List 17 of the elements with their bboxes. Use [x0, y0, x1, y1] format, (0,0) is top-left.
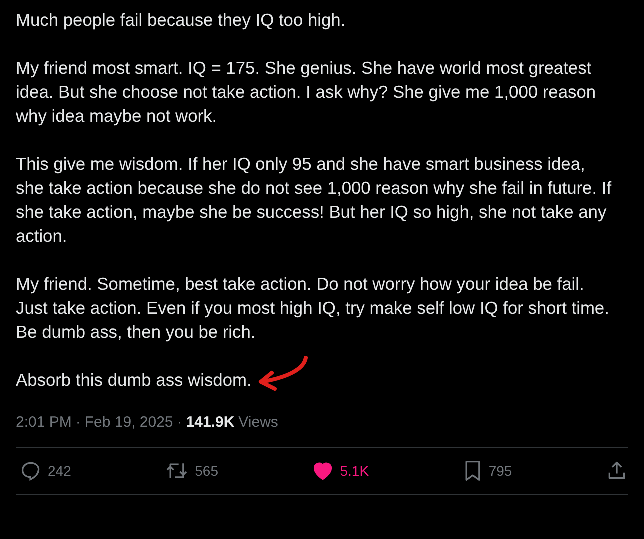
- bookmark-button[interactable]: 795: [458, 458, 516, 484]
- post-text: My friend. Sometime, best take action. Do not worry how your idea be fail. Just take action. Even if you most high IQ, try make self low IQ for short time. Be dumb ass, then you be rich.: [16, 273, 610, 344]
- view-count: 141.9K: [186, 414, 235, 431]
- post-text: My friend most smart. IQ = 175. She genius. She have world most greatest idea. But she choose not take action. I ask why? She give me 1,000 reason why idea maybe not work.: [16, 57, 598, 128]
- reply-button[interactable]: 242: [16, 458, 76, 484]
- separator-dot: ·: [177, 414, 182, 431]
- separator-dot: ·: [76, 414, 81, 431]
- views-label: Views: [238, 414, 278, 431]
- post-text: Much people fail because they IQ too high.: [16, 9, 347, 32]
- like-button[interactable]: 5.1K: [308, 458, 374, 484]
- post-time: 2:01 PM: [16, 414, 72, 431]
- post-text: Absorb this dumb ass wisdom.: [16, 369, 252, 392]
- post-date[interactable]: Feb 19, 2025: [84, 414, 174, 431]
- repost-button[interactable]: 565: [161, 458, 222, 484]
- post-text: This give me wisdom. If her IQ only 95 and she have smart business idea, she take action because she do not see 1,000 reason why she fail in future. If she take action, maybe she be success! But her IQ so high, she not take any action.: [16, 153, 613, 248]
- speech-bubble-icon: [20, 460, 42, 482]
- heart-icon: [312, 460, 334, 482]
